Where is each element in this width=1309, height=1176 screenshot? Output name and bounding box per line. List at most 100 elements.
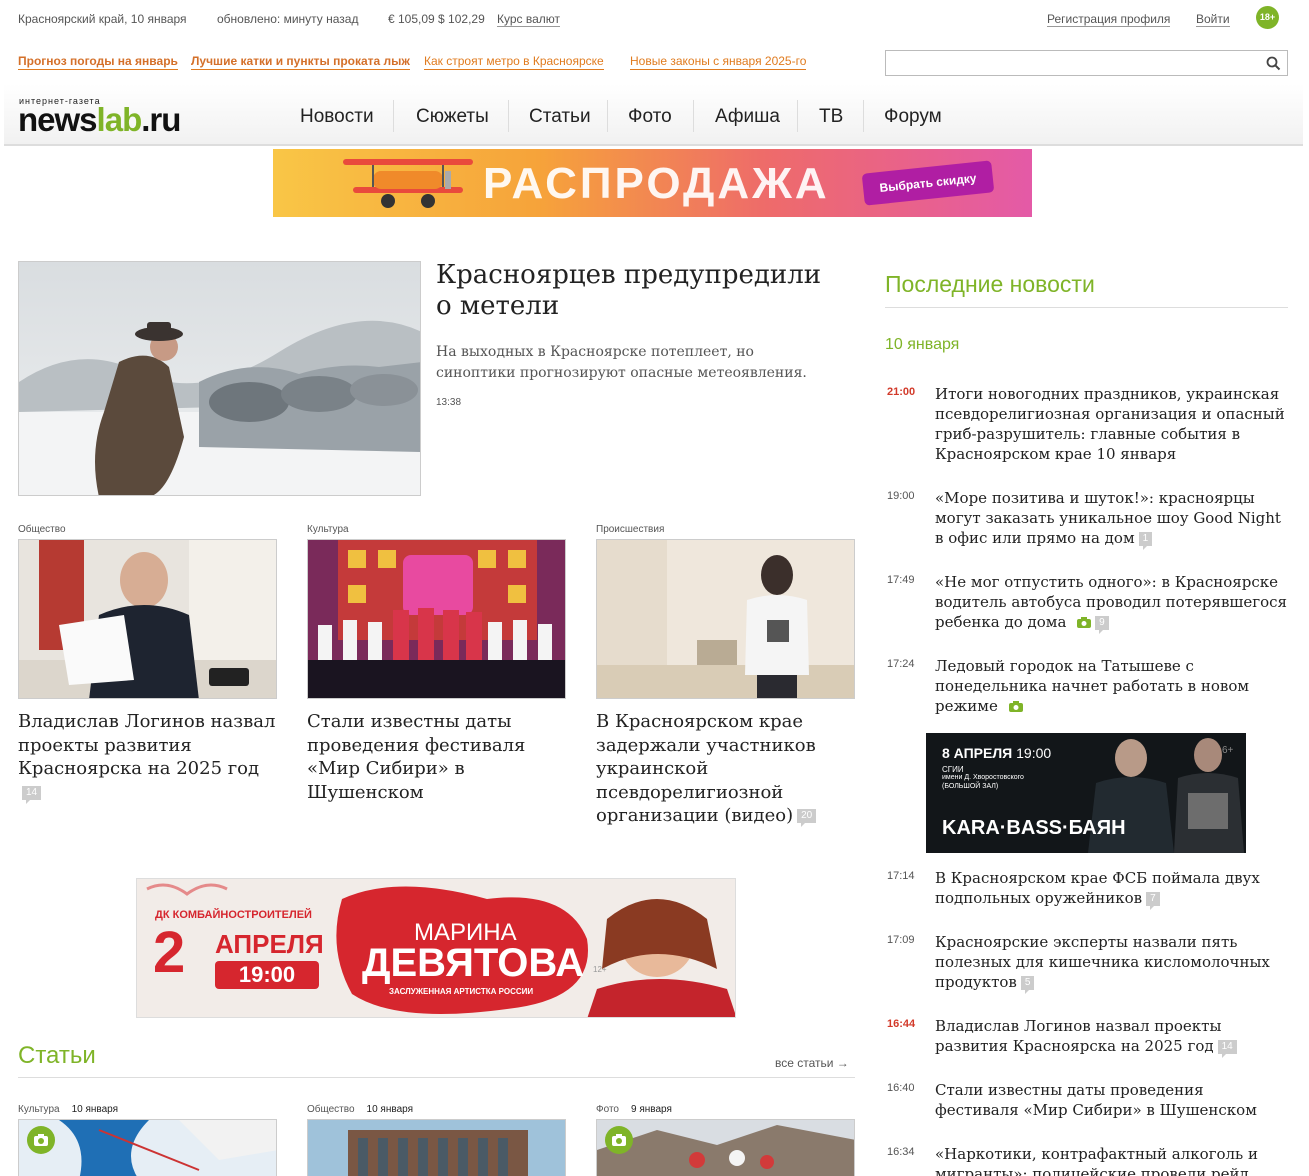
comment-count[interactable]: 7 bbox=[1146, 892, 1160, 910]
article-meta: Культура 10 января bbox=[18, 1104, 119, 1115]
banner-sale-word: РАСПРОДАЖА bbox=[483, 159, 830, 208]
card-title[interactable]: В Красноярском крае задержали участников… bbox=[596, 710, 856, 828]
news-time: 17:24 bbox=[887, 658, 915, 670]
article-card[interactable]: Культура 10 января bbox=[18, 1104, 278, 1176]
event-title: KARA·BASS·БАЯН bbox=[942, 817, 1126, 839]
nav-news[interactable]: Новости bbox=[300, 106, 374, 128]
hotlink-weather[interactable]: Прогноз погоды на январь bbox=[18, 54, 178, 70]
news-time: 16:34 bbox=[887, 1146, 915, 1158]
camera-icon bbox=[1077, 613, 1092, 633]
update-status: обновлено: минуту назад bbox=[217, 12, 359, 26]
comment-count[interactable]: 1 bbox=[1138, 532, 1153, 550]
ad-banner-karabass[interactable]: 8 АПРЕЛЯ 19:00 СГИИ имени Д. Хворостовск… bbox=[926, 733, 1246, 853]
event-venue-line3: (БОЛЬШОЙ ЗАЛ) bbox=[942, 783, 999, 790]
main-navbar: интернет-газета newslab.ru Новости Сюжет… bbox=[4, 84, 1303, 146]
card-image[interactable] bbox=[596, 539, 855, 699]
card-category[interactable]: Общество bbox=[18, 524, 278, 539]
logo-wordmark: newslab.ru bbox=[18, 101, 181, 138]
artist-subtitle: ЗАСЛУЖЕННАЯ АРТИСТКА РОССИИ bbox=[389, 987, 534, 996]
news-title[interactable]: Ледовый городок на Татышеве с понедельни… bbox=[935, 656, 1290, 717]
search-input[interactable] bbox=[886, 51, 1256, 75]
ad-banner-sale[interactable]: РАСПРОДАЖА Выбрать скидку bbox=[273, 149, 1032, 217]
hotlink-rinks[interactable]: Лучшие катки и пункты проката лыж bbox=[191, 54, 410, 70]
comment-count[interactable]: 14 bbox=[1217, 1040, 1237, 1058]
comment-count[interactable]: 20 bbox=[797, 809, 817, 827]
news-time: 16:40 bbox=[887, 1082, 915, 1094]
card-image[interactable] bbox=[18, 539, 277, 699]
news-card[interactable]: Происшествия В Красноярском крае задержа… bbox=[596, 524, 856, 828]
sidebar-divider bbox=[885, 307, 1288, 308]
event-venue-line2: имени Д. Хворостовского bbox=[942, 774, 1024, 781]
nav-photo[interactable]: Фото bbox=[628, 106, 672, 128]
currency-rates: € 105,09 $ 102,29 bbox=[388, 12, 485, 26]
concert-time: 19:00 bbox=[215, 961, 319, 989]
article-meta: Фото 9 января bbox=[596, 1104, 672, 1115]
news-title[interactable]: «Наркотики, контрафактный алкоголь и миг… bbox=[935, 1144, 1290, 1176]
search-box bbox=[885, 50, 1288, 76]
age-rating-badge: 18+ bbox=[1256, 6, 1279, 29]
articles-section-title[interactable]: Статьи bbox=[18, 1042, 96, 1070]
nav-stories[interactable]: Сюжеты bbox=[416, 106, 489, 128]
currency-rates-link[interactable]: Курс валют bbox=[497, 12, 561, 27]
news-card[interactable]: Общество Владислав Логинов назвал проект… bbox=[18, 524, 278, 804]
lead-story-title[interactable]: Красноярцев предупредили о метели bbox=[436, 260, 836, 322]
nav-forum[interactable]: Форум bbox=[884, 106, 942, 128]
nav-articles[interactable]: Статьи bbox=[529, 106, 591, 128]
search-icon[interactable] bbox=[1266, 56, 1281, 76]
article-card[interactable]: Общество 10 января bbox=[307, 1104, 567, 1176]
news-time: 17:09 bbox=[887, 934, 915, 946]
nav-afisha[interactable]: Афиша bbox=[715, 106, 780, 128]
card-category[interactable]: Происшествия bbox=[596, 524, 856, 539]
concert-month: АПРЕЛЯ bbox=[215, 929, 324, 959]
site-logo[interactable]: интернет-газета newslab.ru bbox=[18, 96, 248, 138]
region-date: Красноярский край, 10 января bbox=[18, 12, 187, 26]
all-articles-link[interactable]: все статьи → bbox=[775, 1056, 849, 1070]
hotlink-metro[interactable]: Как строят метро в Красноярске bbox=[424, 54, 604, 70]
article-image[interactable] bbox=[18, 1119, 277, 1176]
card-title[interactable]: Владислав Логинов назвал проекты развити… bbox=[18, 710, 278, 804]
news-title[interactable]: Владислав Логинов назвал проекты развити… bbox=[935, 1016, 1290, 1058]
latest-news-title[interactable]: Последние новости bbox=[885, 271, 1095, 298]
news-title[interactable]: В Красноярском крае ФСБ поймала двух под… bbox=[935, 868, 1290, 910]
article-meta: Общество 10 января bbox=[307, 1104, 413, 1115]
ad-banner-concert[interactable]: ДК КОМБАЙНОСТРОИТЕЛЕЙ 2 АПРЕЛЯ 19:00 МАР… bbox=[136, 878, 736, 1018]
login-link[interactable]: Войти bbox=[1196, 12, 1230, 27]
card-image[interactable] bbox=[307, 539, 566, 699]
news-time: 21:00 bbox=[887, 386, 916, 398]
section-divider bbox=[18, 1077, 855, 1078]
news-title[interactable]: «Море позитива и шуток!»: красноярцы мог… bbox=[935, 488, 1290, 550]
camera-icon bbox=[605, 1126, 633, 1154]
news-title[interactable]: Красноярские эксперты назвали пять полез… bbox=[935, 932, 1290, 994]
hotlink-laws[interactable]: Новые законы с января 2025-го bbox=[630, 54, 807, 70]
card-category[interactable]: Культура bbox=[307, 524, 567, 539]
biplane-illustration bbox=[343, 159, 473, 208]
news-time: 17:49 bbox=[887, 574, 915, 586]
news-title[interactable]: Итоги новогодних праздников, украинская … bbox=[935, 384, 1290, 464]
news-time: 19:00 bbox=[887, 490, 915, 502]
nav-tv[interactable]: ТВ bbox=[819, 106, 843, 128]
news-title[interactable]: Стали известны даты проведения фестиваля… bbox=[935, 1080, 1290, 1120]
lead-story-time: 13:38 bbox=[436, 397, 462, 408]
news-time: 17:14 bbox=[887, 870, 915, 882]
card-title[interactable]: Стали известны даты проведения фестиваля… bbox=[307, 710, 567, 804]
event-date: 8 АПРЕЛЯ 19:00 bbox=[942, 745, 1052, 761]
news-title[interactable]: «Не мог отпустить одного»: в Красноярске… bbox=[935, 572, 1290, 634]
event-venue: СГИИ bbox=[942, 765, 964, 774]
lead-story-desc: На выходных в Красноярске потеплеет, но … bbox=[436, 344, 807, 381]
comment-count[interactable]: 9 bbox=[1095, 616, 1109, 634]
top-bar: Красноярский край, 10 января обновлено: … bbox=[0, 0, 1309, 40]
article-image[interactable] bbox=[596, 1119, 855, 1176]
article-card[interactable]: Фото 9 января bbox=[596, 1104, 856, 1176]
lead-story-image[interactable] bbox=[18, 261, 421, 496]
camera-icon bbox=[1008, 697, 1023, 717]
camera-icon bbox=[27, 1126, 55, 1154]
comment-count[interactable]: 5 bbox=[1020, 976, 1035, 994]
register-link[interactable]: Регистрация профиля bbox=[1047, 12, 1171, 27]
artist-last-name: ДЕВЯТОВА bbox=[362, 941, 585, 985]
choose-discount-button[interactable]: Выбрать скидку bbox=[861, 160, 995, 206]
event-age-rating: 6+ bbox=[1222, 745, 1234, 756]
news-card[interactable]: Культура Стали известны даты проведения … bbox=[307, 524, 567, 804]
concert-day: 2 bbox=[153, 920, 186, 985]
comment-count[interactable]: 14 bbox=[22, 785, 42, 804]
article-image[interactable] bbox=[307, 1119, 566, 1176]
